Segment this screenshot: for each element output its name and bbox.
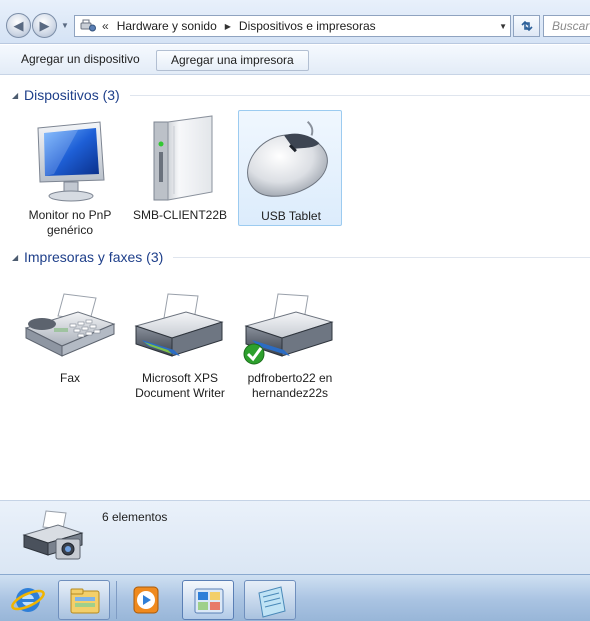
collapse-triangle-icon[interactable]: ◢ [12,91,24,100]
refresh-button[interactable] [513,15,540,37]
control-panel-icon [194,588,224,614]
taskbar-separator [116,581,117,619]
device-label: Monitor no PnP genérico [28,208,112,237]
item-count: 6 elementos [102,510,168,524]
breadcrumb-separator-icon[interactable]: ▶ [225,22,231,31]
device-item-usb-tablet[interactable]: USB Tablet [238,110,342,226]
breadcrumb-devices-and-printers[interactable]: Dispositivos e impresoras [239,19,376,33]
search-input[interactable]: Buscar [543,15,590,37]
command-bar: Agregar un dispositivo Agregar una impre… [0,45,590,75]
fax-icon [24,293,116,357]
printer-item-pdfroberto22[interactable]: pdfroberto22 en hernandez22s [238,284,342,400]
computer-tower-icon [153,115,213,201]
device-label: SMB-CLIENT22B [132,208,228,222]
taskbar-notepad[interactable] [244,580,296,620]
group-divider [129,94,590,96]
back-arrow-icon[interactable]: ◀ [6,13,31,38]
address-dropdown-icon[interactable]: ▼ [499,22,507,31]
forward-arrow-icon[interactable]: ▶ [32,13,57,38]
printer-camera-icon [22,510,84,560]
taskbar-media-player[interactable] [120,580,172,620]
windows-explorer-icon [70,588,100,614]
refresh-icon [520,20,533,32]
printers-group-title: Impresoras y faxes (3) [24,249,164,265]
default-printer-icon [243,293,334,365]
printer-item-xps[interactable]: Microsoft XPS Document Writer [128,284,232,400]
taskbar-windows-explorer[interactable] [58,580,110,620]
notepad-icon [258,586,286,618]
device-list: ◢ Dispositivos (3) Monitor no PnP genéri… [0,76,590,500]
mouse-icon [247,121,328,197]
breadcrumb-overflow[interactable]: « [102,19,109,33]
taskbar-internet-explorer[interactable] [2,580,54,620]
printers-group-header[interactable]: ◢ Impresoras y faxes (3) [12,247,590,267]
media-player-icon [133,586,159,614]
details-pane: 6 elementos [0,500,590,574]
navigation-bar: ◀ ▶ ▼ « Hardware y sonido ▶ Dispositivos… [0,0,590,44]
device-item-computer[interactable]: SMB-CLIENT22B [128,110,232,226]
collapse-triangle-icon[interactable]: ◢ [12,253,24,262]
taskbar-control-panel[interactable] [182,580,234,620]
device-label: USB Tablet [261,209,321,223]
internet-explorer-icon [11,588,45,612]
breadcrumb-hardware-and-sound[interactable]: Hardware y sonido [117,19,217,33]
printer-label: pdfroberto22 en hernandez22s [247,371,333,400]
printer-label: Microsoft XPS Document Writer [135,371,225,400]
printer-icon [134,293,224,357]
device-item-monitor[interactable]: Monitor no PnP genérico [18,110,122,240]
devices-group-title: Dispositivos (3) [24,87,120,103]
devices-group-header[interactable]: ◢ Dispositivos (3) [12,85,590,105]
printer-item-fax[interactable]: Fax [18,284,122,385]
devices-and-printers-icon [80,19,96,33]
address-bar[interactable]: « Hardware y sonido ▶ Dispositivos e imp… [74,15,511,37]
recent-pages-dropdown-icon[interactable]: ▼ [61,21,69,30]
monitor-icon [37,121,105,202]
printer-label: Fax [59,371,80,385]
add-printer-button[interactable]: Agregar una impresora [156,50,309,71]
taskbar [0,574,590,621]
add-device-button[interactable]: Agregar un dispositivo [13,50,148,71]
group-divider [173,256,590,258]
